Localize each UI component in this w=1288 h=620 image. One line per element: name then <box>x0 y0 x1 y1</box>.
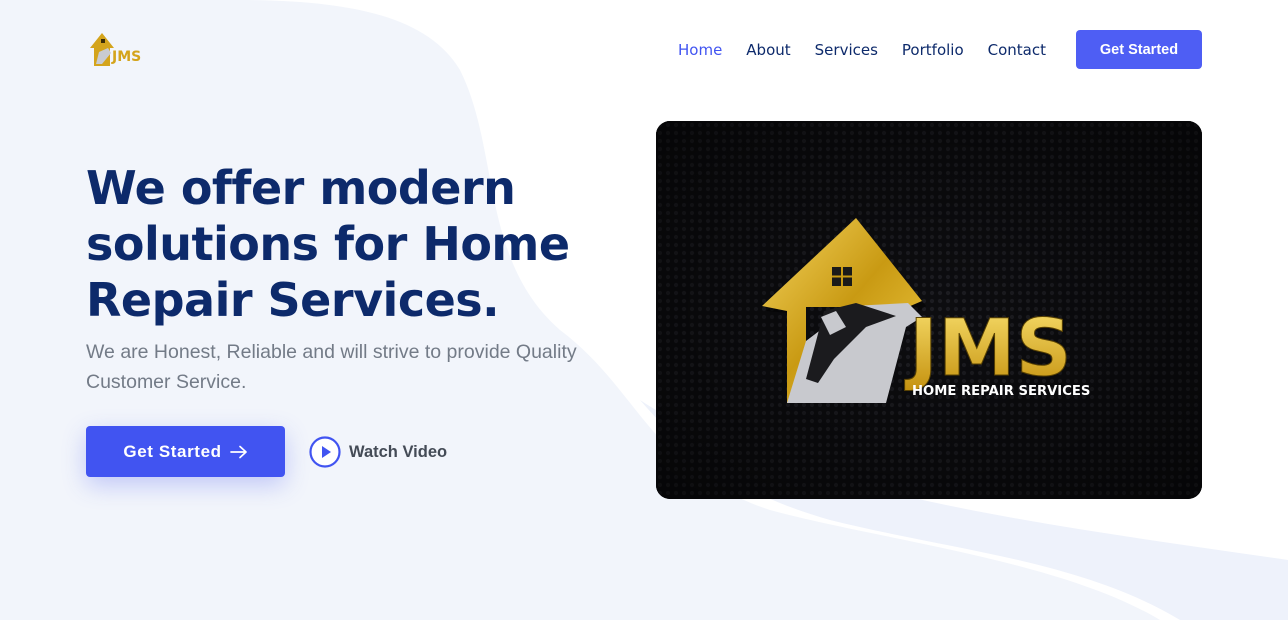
arrow-right-icon <box>229 445 248 459</box>
nav-portfolio[interactable]: Portfolio <box>902 41 964 59</box>
hero-image: JMS HOME REPAIR SERVICES <box>656 121 1202 499</box>
play-circle-icon <box>309 436 341 468</box>
brand-logo[interactable]: JMS <box>86 30 156 68</box>
nav-contact[interactable]: Contact <box>988 41 1046 59</box>
watch-video-label: Watch Video <box>349 442 448 461</box>
site-header: JMS Home About Services Portfolio Contac… <box>0 0 1288 98</box>
nav-services[interactable]: Services <box>815 41 878 59</box>
image-brand-text: JMS <box>904 304 1072 394</box>
house-hammer-icon: JMS <box>90 33 141 66</box>
nav-home[interactable]: Home <box>678 41 722 59</box>
hero-get-started-button[interactable]: Get Started <box>86 426 285 477</box>
logo-text: JMS <box>111 49 141 65</box>
image-tagline-text: HOME REPAIR SERVICES <box>912 384 1090 399</box>
hero-title: We offer modern solutions for Home Repai… <box>86 161 570 327</box>
watch-video-button[interactable]: Watch Video <box>309 436 447 468</box>
nav-about[interactable]: About <box>746 41 790 59</box>
hero-subtitle: We are Honest, Reliable and will strive … <box>86 341 577 393</box>
hero-get-started-label: Get Started <box>123 441 222 461</box>
main-nav: Home About Services Portfolio Contact Ge… <box>654 30 1202 69</box>
header-get-started-button[interactable]: Get Started <box>1076 30 1202 69</box>
